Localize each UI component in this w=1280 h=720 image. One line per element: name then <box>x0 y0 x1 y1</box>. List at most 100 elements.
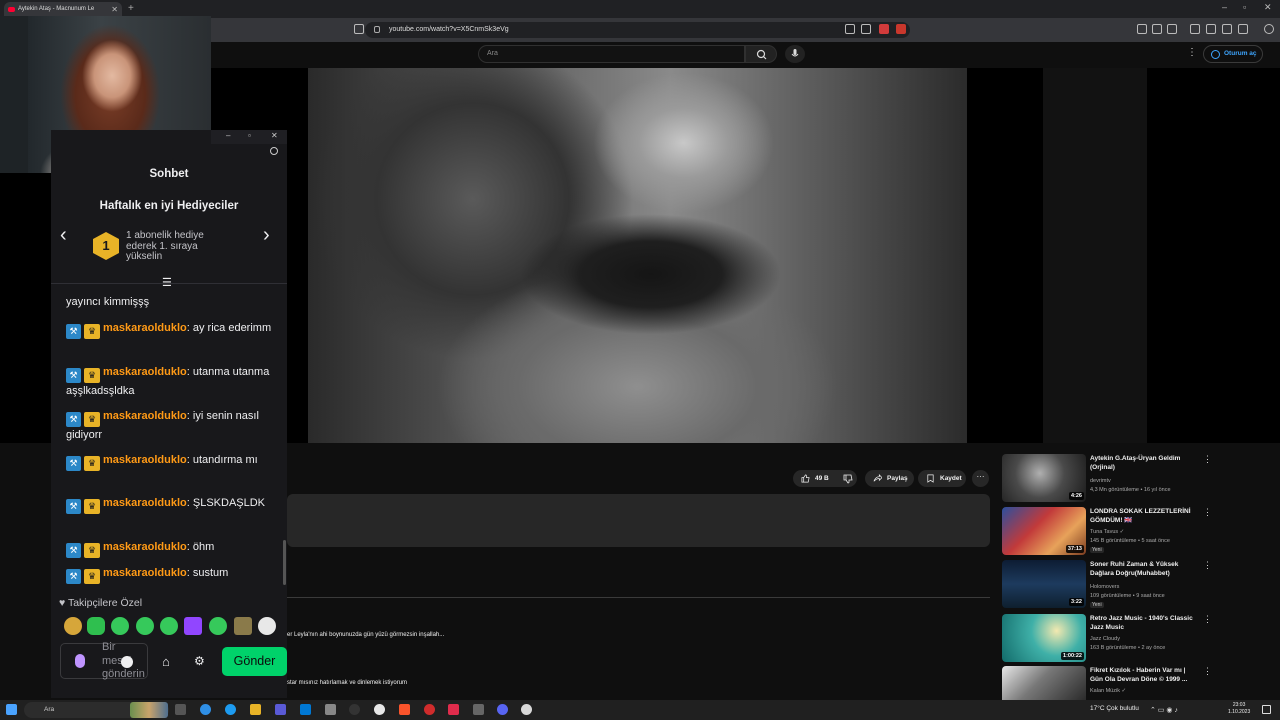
voice-search-button[interactable] <box>785 45 805 63</box>
vivaldi-icon[interactable] <box>448 704 459 715</box>
chevron-left-icon[interactable]: ‹ <box>60 224 67 247</box>
save-button[interactable]: Kaydet <box>918 470 966 487</box>
recommendation-item[interactable]: Fikret Kızılok - Haberin Var mı | Gün Ol… <box>1002 666 1212 700</box>
task-view-icon[interactable] <box>175 704 186 715</box>
minimize-button[interactable]: – <box>1222 2 1227 12</box>
emote-ghost-icon[interactable] <box>87 617 105 635</box>
chat-minimize-icon[interactable]: – <box>226 131 230 140</box>
microphone-icon[interactable] <box>75 654 85 668</box>
vpn-icon[interactable] <box>1238 24 1248 34</box>
chat-message: ⚒ ♛ maskaraolduklo: sustum <box>66 565 276 584</box>
app-icon[interactable] <box>521 704 532 715</box>
emote-blob-icon[interactable] <box>136 617 154 635</box>
more-options-icon[interactable]: ⋮ <box>1203 560 1212 571</box>
brave-icon[interactable] <box>399 704 410 715</box>
bookmark-icon[interactable] <box>354 24 364 34</box>
message-text: : ŞLSKDAŞLDK <box>186 497 266 509</box>
discord-icon[interactable] <box>497 704 508 715</box>
copy-icon[interactable] <box>1190 24 1200 34</box>
start-icon[interactable] <box>6 704 17 715</box>
more-actions-button[interactable]: ··· <box>972 470 989 487</box>
emote-smile-icon[interactable] <box>258 617 276 635</box>
zoom-icon[interactable] <box>270 147 278 155</box>
more-options-icon[interactable]: ⋮ <box>1203 614 1212 625</box>
close-window-button[interactable]: ✕ <box>1264 2 1272 13</box>
signin-button[interactable]: Oturum aç <box>1203 45 1263 63</box>
reading-list-icon[interactable] <box>1222 24 1232 34</box>
search-button[interactable] <box>745 45 777 63</box>
rewards-icon[interactable] <box>896 24 906 34</box>
chat-username[interactable]: maskaraolduklo <box>103 366 187 378</box>
share-button[interactable]: Paylaş <box>865 470 914 487</box>
emote-face-icon[interactable] <box>234 617 252 635</box>
chat-username[interactable]: maskaraolduklo <box>103 567 187 579</box>
maximize-button[interactable]: ▫ <box>1243 2 1246 12</box>
chat-maximize-icon[interactable]: ▫ <box>248 131 251 140</box>
moderator-badge-icon: ⚒ <box>66 456 81 471</box>
video-thumbnail <box>1002 666 1086 700</box>
emote-flower-icon[interactable] <box>64 617 82 635</box>
brave-shields-icon[interactable] <box>879 24 889 34</box>
weather-widget[interactable]: 17°C Çok bulutlu <box>1090 705 1139 712</box>
mail-icon[interactable] <box>300 704 311 715</box>
opera-icon[interactable] <box>424 704 435 715</box>
like-button[interactable]: 49 B <box>793 470 839 487</box>
collapse-icon[interactable]: ☰ <box>162 276 172 289</box>
chevron-right-icon[interactable]: › <box>263 224 270 247</box>
emote-blob-icon[interactable] <box>209 617 227 635</box>
obs-icon[interactable] <box>349 704 360 715</box>
emote-blob-icon[interactable] <box>160 617 178 635</box>
clock[interactable]: 23:03 1.10.2023 <box>1228 702 1250 716</box>
recommendation-item[interactable]: 4:26 Aytekin G.Ataş-Üryan Geldim (Orjina… <box>1002 454 1212 502</box>
channel-name: Holomovers <box>1090 584 1120 590</box>
sidebar-icon[interactable] <box>1137 24 1147 34</box>
wallet-icon[interactable] <box>1167 24 1177 34</box>
share-page-icon[interactable] <box>861 24 871 34</box>
video-meta: 145 B görüntüleme • 5 saat önce <box>1090 538 1170 544</box>
video-meta: 4,3 Mn görüntüleme • 16 yıl önce <box>1090 487 1171 493</box>
gear-icon[interactable]: ⚙ <box>194 654 205 668</box>
more-options-icon[interactable]: ⋮ <box>1203 666 1212 677</box>
description-box[interactable] <box>287 494 990 547</box>
address-bar[interactable]: youtube.com/watch?v=X5CnmSk3eVg <box>365 22 910 38</box>
new-badge: Yeni <box>1090 547 1104 553</box>
extensions-icon[interactable] <box>1152 24 1162 34</box>
browser-icon[interactable] <box>225 704 236 715</box>
send-button[interactable]: Gönder <box>222 647 287 676</box>
store-app-icon[interactable] <box>275 704 286 715</box>
store-icon[interactable]: ⌂ <box>162 654 170 669</box>
more-options-icon[interactable]: ⋮ <box>1203 454 1212 465</box>
tab-close-icon[interactable]: ✕ <box>111 5 118 14</box>
chat-username[interactable]: maskaraolduklo <box>103 410 187 422</box>
menu-icon[interactable] <box>1264 24 1274 34</box>
emoji-icon[interactable] <box>121 656 133 668</box>
chat-username[interactable]: maskaraolduklo <box>103 541 187 553</box>
crown-badge-icon: ♛ <box>84 499 100 514</box>
tray-icons[interactable]: ⌃ ▭ ◉ ♪ <box>1150 706 1178 714</box>
dislike-button[interactable] <box>839 470 857 487</box>
chat-username[interactable]: maskaraolduklo <box>103 322 187 334</box>
chat-scrollbar[interactable] <box>283 540 286 585</box>
recommendation-item[interactable]: 37:13 LONDRA SOKAK LEZZETLERİNİ GÖMDÜM! … <box>1002 507 1212 555</box>
more-options-icon[interactable]: ⋮ <box>1203 507 1212 518</box>
search-input[interactable]: Ara <box>478 45 745 63</box>
downloads-icon[interactable] <box>1206 24 1216 34</box>
video-frame[interactable] <box>308 68 967 443</box>
moderator-badge-icon: ⚒ <box>66 499 81 514</box>
chat-username[interactable]: maskaraolduklo <box>103 454 187 466</box>
new-tab-button[interactable]: + <box>128 3 134 14</box>
recommendation-item[interactable]: 1:00:22 Retro Jazz Music - 1940's Classi… <box>1002 614 1212 662</box>
notification-icon[interactable] <box>1262 705 1271 714</box>
chat-close-icon[interactable]: ✕ <box>271 131 278 140</box>
app-icon[interactable] <box>325 704 336 715</box>
app-icon[interactable] <box>473 704 484 715</box>
chat-username[interactable]: maskaraolduklo <box>103 497 187 509</box>
emote-bow-icon[interactable] <box>184 617 202 635</box>
chrome-icon[interactable] <box>374 704 385 715</box>
emote-blob-icon[interactable] <box>111 617 129 635</box>
recommendation-item[interactable]: 3:22 Soner Ruhi Zaman & Yüksek Dağlara D… <box>1002 560 1212 608</box>
install-app-icon[interactable] <box>845 24 855 34</box>
settings-menu-icon[interactable]: ⋮ <box>1187 47 1197 58</box>
edge-icon[interactable] <box>200 704 211 715</box>
file-explorer-icon[interactable] <box>250 704 261 715</box>
